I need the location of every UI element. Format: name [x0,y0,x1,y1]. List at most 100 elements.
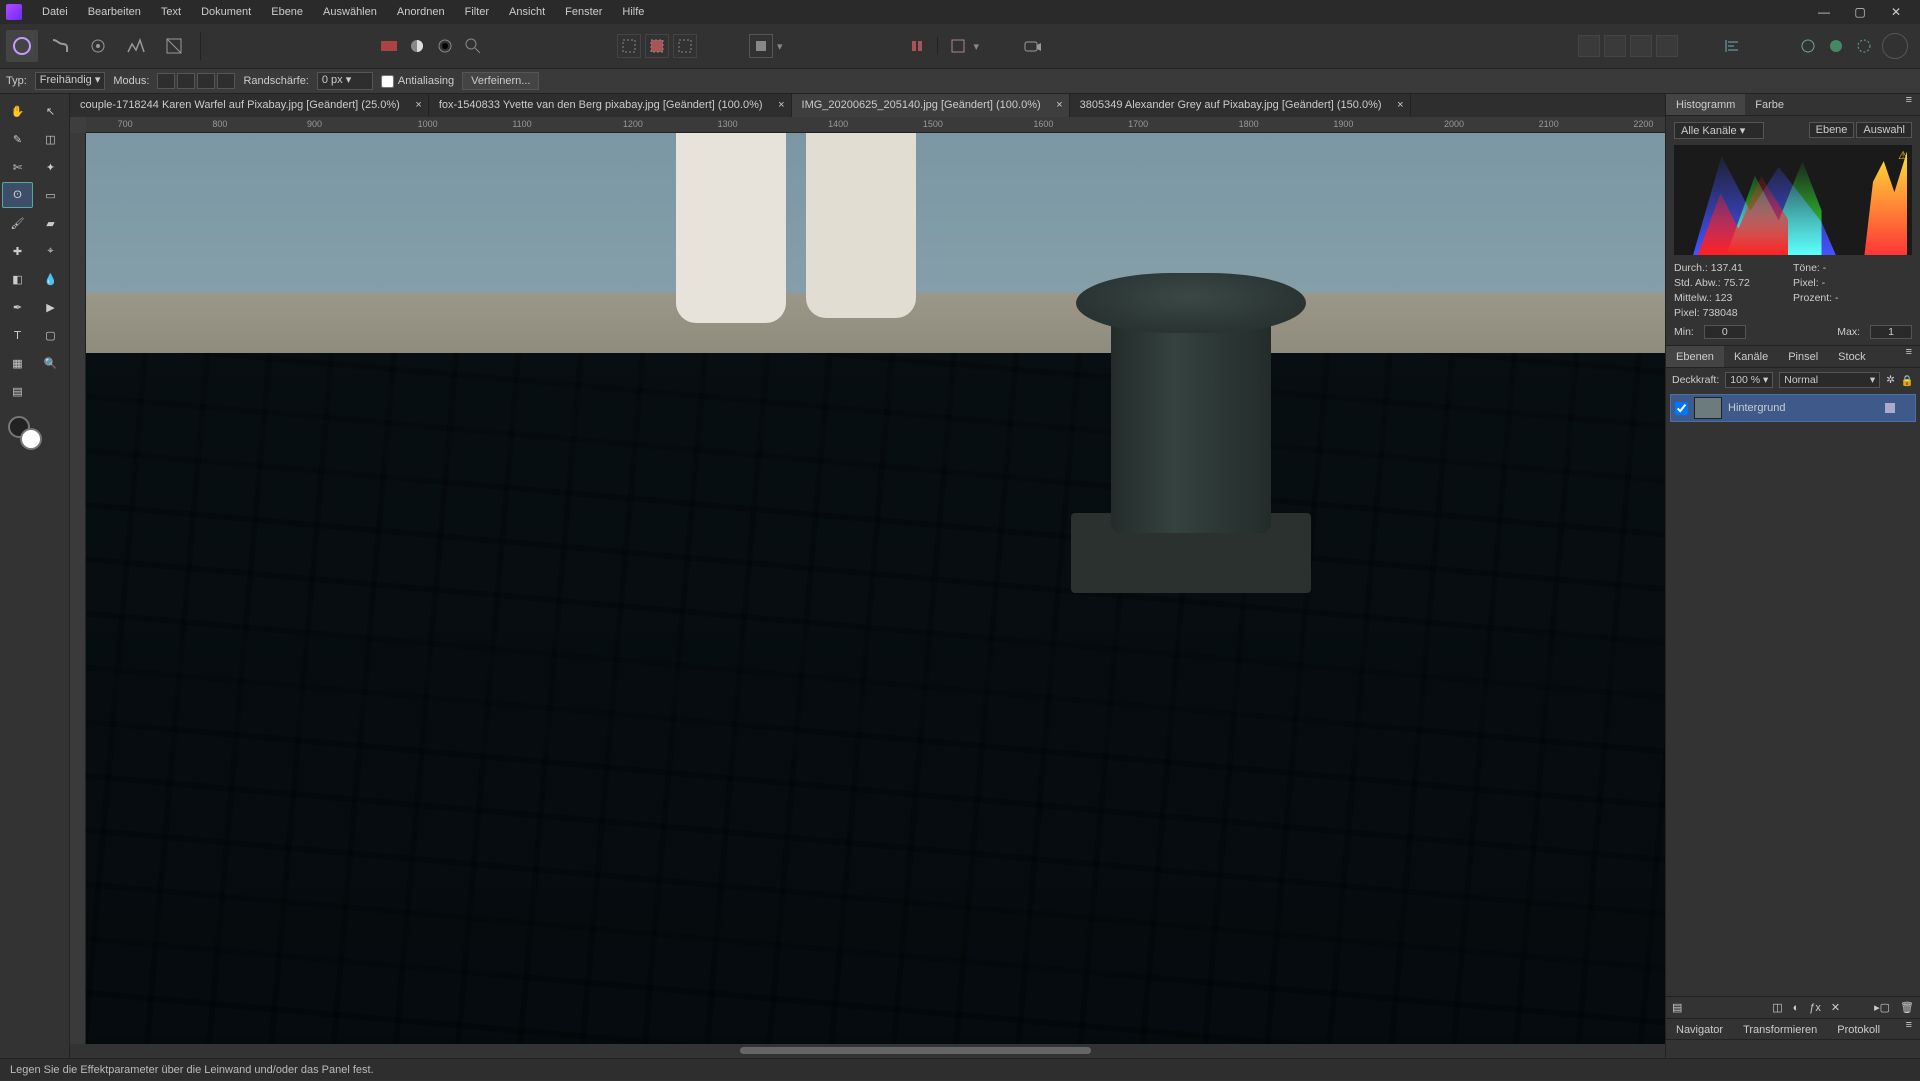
menu-help[interactable]: Hilfe [612,0,654,24]
paint-tool-icon[interactable]: 🖌 [2,210,33,236]
type-dropdown[interactable]: Freihändig ▾ [35,72,106,90]
align-icon[interactable] [1720,34,1744,58]
tab-navigator[interactable]: Navigator [1666,1019,1733,1039]
tab-history[interactable]: Protokoll [1827,1019,1890,1039]
doc-tab-1[interactable]: fox-1540833 Yvette van den Berg pixabay.… [429,94,792,117]
autowb-icon[interactable] [433,34,457,58]
sync-icon[interactable] [1796,34,1820,58]
antialias-check[interactable] [381,75,394,88]
snapopt-icon[interactable] [946,34,970,58]
dodge-tool-icon[interactable]: 💧 [35,266,66,292]
menu-edit[interactable]: Bearbeiten [78,0,151,24]
tab-histogram[interactable]: Histogramm [1666,94,1745,115]
panel-menu-icon[interactable]: ≡ [1898,346,1920,367]
layer-select-check[interactable] [1675,402,1688,415]
addaccount-icon[interactable] [1824,34,1848,58]
doc-tab-3[interactable]: 3805349 Alexander Grey auf Pixabay.jpg [… [1070,94,1411,117]
quickmask-icon[interactable] [749,34,773,58]
flood-tool-icon[interactable]: ✦ [35,154,66,180]
persona-photo-icon[interactable] [6,30,38,62]
crop-tool-icon[interactable]: ◫ [35,126,66,152]
arrange-backone-icon[interactable] [1604,35,1626,57]
menu-view[interactable]: Ansicht [499,0,555,24]
view-tool-icon[interactable]: ✋ [2,98,33,124]
close-icon[interactable]: × [1397,94,1403,117]
refine-button[interactable]: Verfeinern... [462,72,539,90]
marquee-tool-icon[interactable]: ▭ [35,182,66,208]
mode-sub-icon[interactable] [197,73,215,89]
canvas[interactable] [86,133,1665,1044]
fill-tool-icon[interactable]: ▰ [35,210,66,236]
selection-new-icon[interactable] [617,34,641,58]
menu-file[interactable]: Datei [32,0,78,24]
zoom-tool-icon[interactable]: 🔍 [35,350,66,376]
menu-select[interactable]: Auswählen [313,0,387,24]
tab-channels[interactable]: Kanäle [1724,346,1778,367]
persona-liquify-icon[interactable] [44,30,76,62]
close-icon[interactable]: × [415,94,421,117]
histo-layer-button[interactable]: Ebene [1809,122,1855,138]
colorpicker-tool-icon[interactable]: ✎ [2,126,33,152]
tab-transform[interactable]: Transformieren [1733,1019,1827,1039]
mesh-tool-icon[interactable]: ▦ [2,350,33,376]
color-swatch[interactable] [2,416,67,456]
panel-menu-icon[interactable]: ≡ [1898,94,1920,115]
tab-stock[interactable]: Stock [1828,346,1876,367]
histo-selection-button[interactable]: Auswahl [1856,122,1912,138]
cloud-icon[interactable] [1852,34,1876,58]
panel-menu-icon[interactable]: ≡ [1898,1019,1920,1039]
menu-arrange[interactable]: Anordnen [387,0,455,24]
selectionbrush-tool-icon[interactable]: ✄ [2,154,33,180]
chevron-down-icon[interactable]: ▾ [777,40,783,53]
arrange-fwdone-icon[interactable] [1630,35,1652,57]
background-color-icon[interactable] [20,428,42,450]
addlayer-icon[interactable]: ▸▢ [1874,1001,1890,1014]
selection-sub-icon[interactable] [673,34,697,58]
autocolor-icon[interactable] [377,34,401,58]
move-tool-icon[interactable]: ↖ [35,98,66,124]
menu-window[interactable]: Fenster [555,0,612,24]
menu-filter[interactable]: Filter [455,0,499,24]
menu-text[interactable]: Text [151,0,191,24]
assets-tool-icon[interactable]: ▤ [2,378,33,404]
snap-icon[interactable] [905,34,929,58]
close-icon[interactable]: × [778,94,784,117]
histo-max-input[interactable] [1870,325,1912,339]
shape-tool-icon[interactable]: ▢ [35,322,66,348]
addlive-icon[interactable]: ✕ [1831,1001,1840,1014]
blendmode-dropdown[interactable]: Normal ▾ [1779,372,1880,388]
tab-color[interactable]: Farbe [1745,94,1794,115]
doc-tab-0[interactable]: couple-1718244 Karen Warfel auf Pixabay.… [70,94,429,117]
layer-fx-icon[interactable]: ✲ [1886,374,1895,386]
account-avatar-icon[interactable] [1882,33,1908,59]
doc-tab-2[interactable]: IMG_20200625_205140.jpg [Geändert] (100.… [792,94,1070,117]
mode-int-icon[interactable] [217,73,235,89]
scrollbar-horizontal[interactable] [70,1044,1665,1058]
chevron-down-icon[interactable]: ▾ [974,40,980,53]
antialias-checkbox[interactable]: Antialiasing [381,75,454,88]
camera-icon[interactable] [1021,34,1045,58]
addadjust-icon[interactable]: ◐ [1793,1002,1800,1014]
healing-tool-icon[interactable]: ✚ [2,238,33,264]
freehand-tool-icon[interactable]: ʘ [2,182,33,208]
clone-tool-icon[interactable]: ⌖ [35,238,66,264]
persona-export-icon[interactable] [158,30,190,62]
autocontrast-icon[interactable] [405,34,429,58]
tab-brushes[interactable]: Pinsel [1778,346,1828,367]
layer-lock-icon[interactable]: 🔒 [1901,374,1914,387]
mode-new-icon[interactable] [157,73,175,89]
node-tool-icon[interactable]: ▶ [35,294,66,320]
close-icon[interactable]: × [1056,94,1062,117]
arrange-front-icon[interactable] [1656,35,1678,57]
layer-visible-icon[interactable] [1885,403,1895,413]
autolevels-icon[interactable] [461,34,485,58]
persona-develop-icon[interactable] [82,30,114,62]
window-close-icon[interactable]: ✕ [1878,0,1914,24]
feather-input[interactable]: 0 px ▾ [317,72,373,90]
menu-layer[interactable]: Ebene [261,0,313,24]
arrange-back-icon[interactable] [1578,35,1600,57]
persona-tonemap-icon[interactable] [120,30,152,62]
erase-tool-icon[interactable]: ◧ [2,266,33,292]
pen-tool-icon[interactable]: ✒ [2,294,33,320]
text-tool-icon[interactable]: Ｔ [2,322,33,348]
